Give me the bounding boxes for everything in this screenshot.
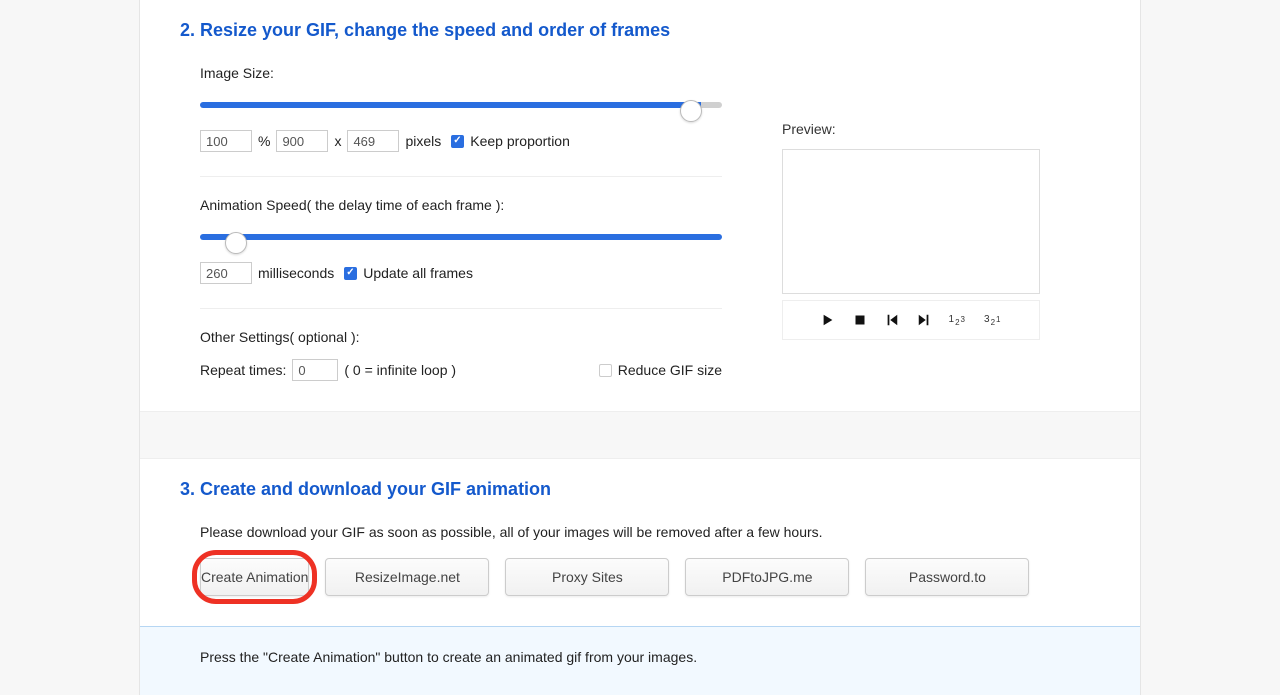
speed-input[interactable]: [200, 262, 252, 284]
settings-column: Image Size: % x pixels Keep proportion A…: [200, 65, 722, 381]
section-resize: 2. Resize your GIF, change the speed and…: [140, 0, 1140, 411]
section-2-heading: 2. Resize your GIF, change the speed and…: [180, 20, 1100, 41]
update-all-label: Update all frames: [363, 265, 473, 281]
repeat-label: Repeat times:: [200, 362, 286, 378]
x-label: x: [334, 133, 341, 149]
section-gap: [140, 411, 1140, 459]
skip-forward-icon[interactable]: [917, 313, 931, 327]
preview-column: Preview:: [782, 65, 1100, 381]
pixels-unit: pixels: [405, 133, 441, 149]
create-button-highlight: Create Animation: [200, 558, 309, 596]
resizeimage-link-button[interactable]: ResizeImage.net: [325, 558, 489, 596]
reduce-gif-checkbox[interactable]: [599, 364, 612, 377]
repeat-input[interactable]: [292, 359, 338, 381]
create-animation-button[interactable]: Create Animation: [200, 558, 309, 596]
divider: [200, 308, 722, 309]
preview-label: Preview:: [782, 121, 1100, 137]
height-input[interactable]: [347, 130, 399, 152]
image-size-label: Image Size:: [200, 65, 722, 81]
ms-unit: milliseconds: [258, 265, 334, 281]
section-create: 3. Create and download your GIF animatio…: [140, 459, 1140, 626]
preview-box: [782, 149, 1040, 294]
stop-icon[interactable]: [853, 313, 867, 327]
reduce-label: Reduce GIF size: [618, 362, 722, 378]
keep-proportion-checkbox[interactable]: [451, 135, 464, 148]
skip-back-icon[interactable]: [885, 313, 899, 327]
repeat-hint: ( 0 = infinite loop ): [344, 362, 456, 378]
animation-speed-slider[interactable]: [200, 234, 722, 240]
proxy-sites-link-button[interactable]: Proxy Sites: [505, 558, 669, 596]
animation-speed-label: Animation Speed( the delay time of each …: [200, 197, 722, 213]
info-text: Press the "Create Animation" button to c…: [200, 649, 697, 665]
order-ascending[interactable]: 123: [949, 314, 966, 327]
width-input[interactable]: [276, 130, 328, 152]
order-descending[interactable]: 321: [984, 314, 1001, 327]
section-3-desc: Please download your GIF as soon as poss…: [200, 524, 1100, 540]
keep-proportion-label: Keep proportion: [470, 133, 570, 149]
percent-unit: %: [258, 133, 270, 149]
preview-controls: 123 321: [782, 300, 1040, 340]
divider: [200, 176, 722, 177]
other-settings-label: Other Settings( optional ):: [200, 329, 722, 345]
info-bar: Press the "Create Animation" button to c…: [140, 626, 1140, 695]
play-icon[interactable]: [821, 313, 835, 327]
pdftojpg-link-button[interactable]: PDFtoJPG.me: [685, 558, 849, 596]
update-all-frames-checkbox[interactable]: [344, 267, 357, 280]
section-3-heading: 3. Create and download your GIF animatio…: [180, 479, 1100, 500]
size-percent-input[interactable]: [200, 130, 252, 152]
password-link-button[interactable]: Password.to: [865, 558, 1029, 596]
image-size-slider[interactable]: [200, 102, 722, 108]
